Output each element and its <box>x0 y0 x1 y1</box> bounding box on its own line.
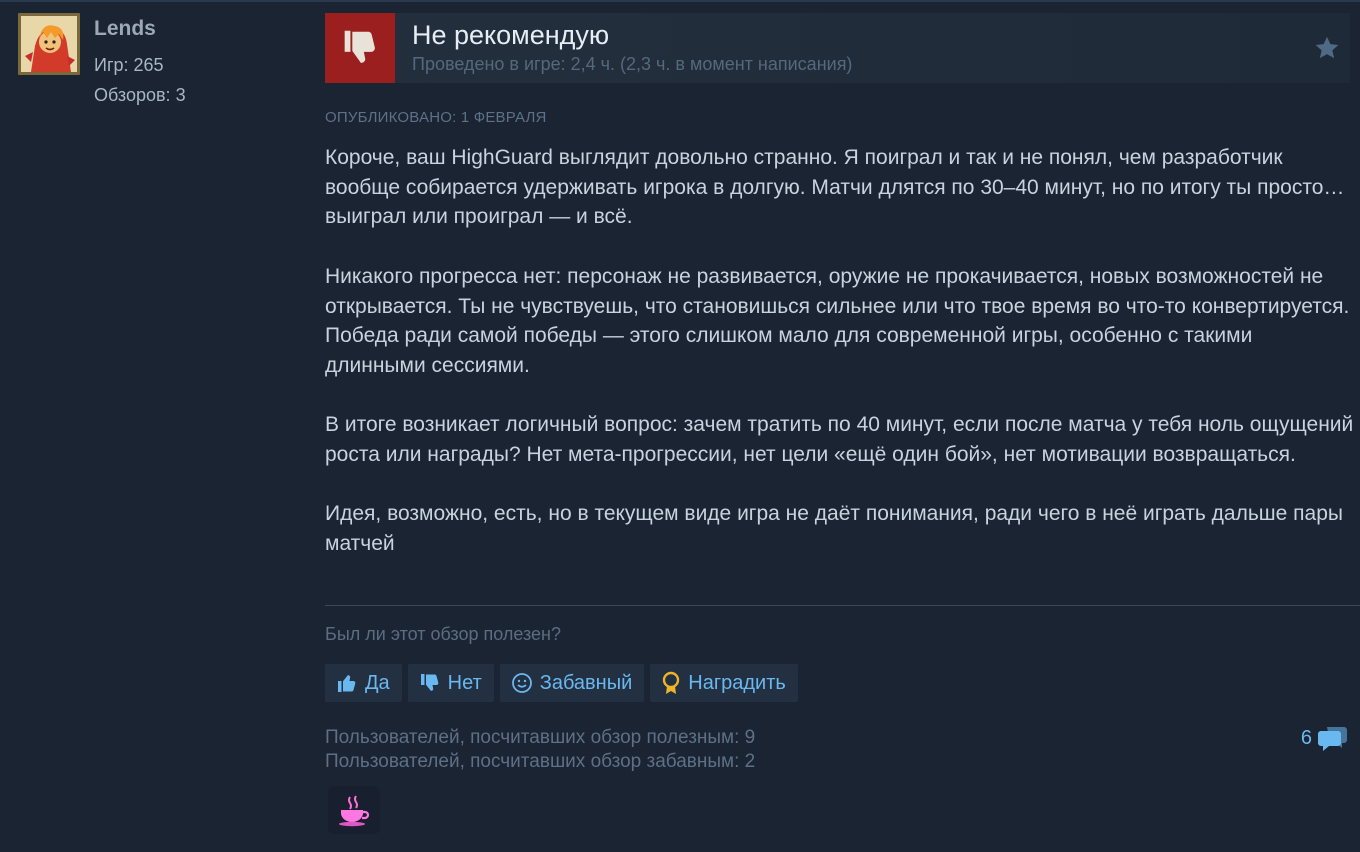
vote-yes-button[interactable]: Да <box>325 664 402 702</box>
thumbs-down-icon <box>420 674 439 691</box>
review-paragraph: Идея, возможно, есть, но в текущем виде … <box>325 502 1343 556</box>
author-reviews-count[interactable]: Обзоров: 3 <box>94 85 186 106</box>
funny-count: Пользователей, посчитавших обзор забавны… <box>325 751 756 772</box>
teacup-icon <box>339 795 370 827</box>
speech-bubble-icon <box>1318 727 1347 751</box>
review-playtime: Проведено в игре: 2,4 ч. (2,3 ч. в момен… <box>412 54 853 74</box>
award-button[interactable]: Наградить <box>650 664 798 702</box>
star-icon[interactable] <box>1312 33 1342 63</box>
author-name[interactable]: Lends <box>94 17 156 41</box>
review-body: Короче, ваш HighGuard выглядит довольно … <box>325 143 1355 588</box>
avatar-image <box>21 16 77 72</box>
vote-no-button[interactable]: Нет <box>407 664 494 702</box>
vote-no-label: Нет <box>447 671 482 694</box>
review-verdict: Не рекомендую <box>412 20 610 50</box>
smiley-icon <box>511 673 532 693</box>
award-label: Наградить <box>688 671 786 694</box>
review-header: Не рекомендую Проведено в игре: 2,4 ч. (… <box>325 13 1350 83</box>
author-games-count[interactable]: Игр: 265 <box>94 55 164 76</box>
posted-date: ОПУБЛИКОВАНО: 1 ФЕВРАЛЯ <box>325 109 547 126</box>
helpful-question: Был ли этот обзор полезен? <box>325 624 561 644</box>
review-page: Lends Игр: 265 Обзоров: 3 Не рекомендую … <box>0 0 1360 852</box>
review-paragraph: Короче, ваш HighGuard выглядит довольно … <box>325 146 1345 229</box>
thumbs-up-icon <box>338 675 356 692</box>
vote-funny-button[interactable]: Забавный <box>499 664 645 702</box>
review-divider <box>325 605 1360 606</box>
author-avatar[interactable] <box>18 13 80 75</box>
comments-link[interactable]: 6 <box>1301 724 1348 752</box>
review-paragraph: В итоге возникает логичный вопрос: зачем… <box>325 413 1354 466</box>
received-award[interactable] <box>328 786 380 834</box>
vote-funny-label: Забавный <box>539 671 633 694</box>
award-medal-icon <box>663 671 680 694</box>
thumbs-down-icon <box>344 30 375 63</box>
comment-count: 6 <box>1300 726 1312 749</box>
review-paragraph: Никакого прогресса нет: персонаж не разв… <box>325 264 1350 377</box>
verdict-badge <box>325 13 395 83</box>
helpful-count: Пользователей, посчитавших обзор полезны… <box>325 727 756 748</box>
top-divider <box>0 0 1360 2</box>
vote-yes-label: Да <box>365 671 390 694</box>
vote-buttons: Да Нет Забавный Наградить <box>325 664 798 702</box>
